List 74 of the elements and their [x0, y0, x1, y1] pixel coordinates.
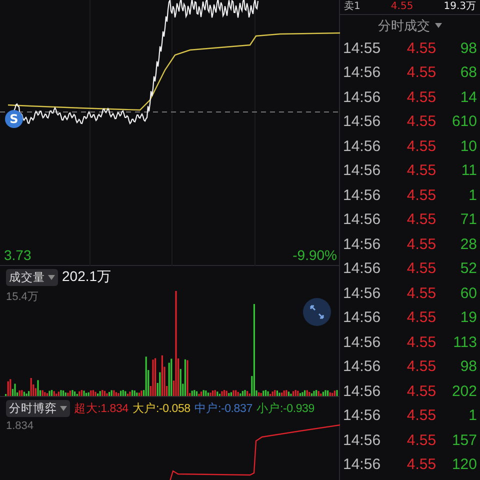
trade-volume: 28 — [459, 236, 477, 253]
trades-dropdown[interactable]: 分时成交 — [372, 16, 448, 36]
expand-icon[interactable] — [303, 298, 331, 326]
trade-time: 14:55 — [343, 40, 382, 57]
trade-volume: 98 — [459, 358, 477, 376]
trade-volume: 68 — [459, 64, 477, 82]
trade-volume: 14 — [459, 88, 477, 106]
fund-flow-value: 小户:-0.939 — [256, 401, 314, 416]
fund-flow-value: 大户:-0.058 — [132, 401, 190, 416]
trade-volume: 1 — [468, 186, 477, 204]
trade-time: 14:56 — [343, 382, 382, 400]
caret-icon — [435, 23, 442, 28]
trade-price: 4.55 — [406, 113, 438, 130]
quote-price: 4.55 — [390, 1, 414, 13]
trade-price: 4.55 — [406, 40, 438, 57]
trade-price: 4.55 — [406, 358, 438, 376]
trade-time: 14:56 — [343, 260, 382, 278]
caret-icon — [60, 406, 67, 410]
trade-price: 4.55 — [406, 456, 438, 474]
trade-price: 4.55 — [406, 284, 438, 302]
trade-volume: 202 — [450, 382, 477, 400]
trade-time: 14:56 — [343, 211, 382, 228]
fund-flow-value: 超大:1.834 — [74, 402, 128, 416]
trade-time: 14:56 — [343, 456, 382, 474]
trade-price: 4.55 — [406, 309, 438, 326]
trade-time: 14:56 — [343, 236, 382, 253]
trade-price: 4.55 — [406, 407, 438, 424]
trade-volume: 71 — [459, 211, 477, 228]
indicator-selector[interactable]: 成交量 — [6, 268, 58, 286]
trade-time: 14:56 — [343, 88, 382, 106]
trade-price: 4.55 — [406, 334, 438, 351]
fund-flow-value: 中户:-0.837 — [194, 401, 252, 416]
trade-volume: 1 — [468, 407, 477, 424]
trade-time: 14:56 — [343, 64, 382, 82]
trade-volume: 113 — [452, 334, 477, 351]
trade-price: 4.55 — [406, 88, 438, 106]
trade-price: 4.55 — [406, 64, 438, 82]
trade-price: 4.55 — [406, 211, 438, 228]
caret-icon — [48, 274, 55, 280]
trade-volume: 52 — [459, 260, 477, 278]
volume-max-label: 15.4万 — [6, 290, 38, 304]
trade-volume: 157 — [450, 432, 477, 449]
trade-volume: 10 — [459, 138, 477, 155]
trade-price: 4.55 — [406, 382, 438, 400]
trade-price: 4.55 — [406, 260, 438, 278]
indicator-selector[interactable]: 分时博弈 — [6, 400, 70, 416]
trade-volume: 98 — [459, 40, 477, 57]
trade-time: 14:56 — [343, 138, 382, 155]
trade-price: 4.55 — [406, 432, 438, 449]
quote-label: 卖1 — [344, 1, 360, 13]
trade-time: 14:56 — [343, 334, 382, 351]
trade-time: 14:56 — [343, 309, 382, 326]
low-change-label: -9.90% — [292, 247, 337, 263]
trade-time: 14:56 — [343, 358, 382, 376]
trade-time: 14:56 — [343, 432, 382, 449]
trade-price: 4.55 — [406, 186, 438, 204]
marker-badge[interactable]: S — [5, 110, 23, 128]
trade-time: 14:56 — [343, 113, 382, 130]
trade-price: 4.55 — [406, 236, 438, 253]
trade-volume: 60 — [459, 284, 477, 302]
trade-volume: 120 — [450, 456, 477, 474]
volume-total: 202.1万 — [62, 268, 112, 286]
quote-volume: 19.3万 — [444, 1, 476, 13]
trade-price: 4.55 — [406, 138, 438, 155]
trade-time: 14:56 — [343, 186, 382, 204]
trade-time: 14:56 — [343, 284, 382, 302]
trade-time: 14:56 — [343, 407, 382, 424]
low-price-label: 3.73 — [4, 247, 32, 263]
trade-price: 4.55 — [406, 162, 438, 180]
trade-volume: 610 — [450, 113, 477, 130]
trade-volume: 19 — [459, 309, 477, 326]
trade-time: 14:56 — [343, 162, 382, 180]
trade-volume: 11 — [460, 162, 477, 180]
flow-max-label: 1.834 — [6, 420, 34, 432]
